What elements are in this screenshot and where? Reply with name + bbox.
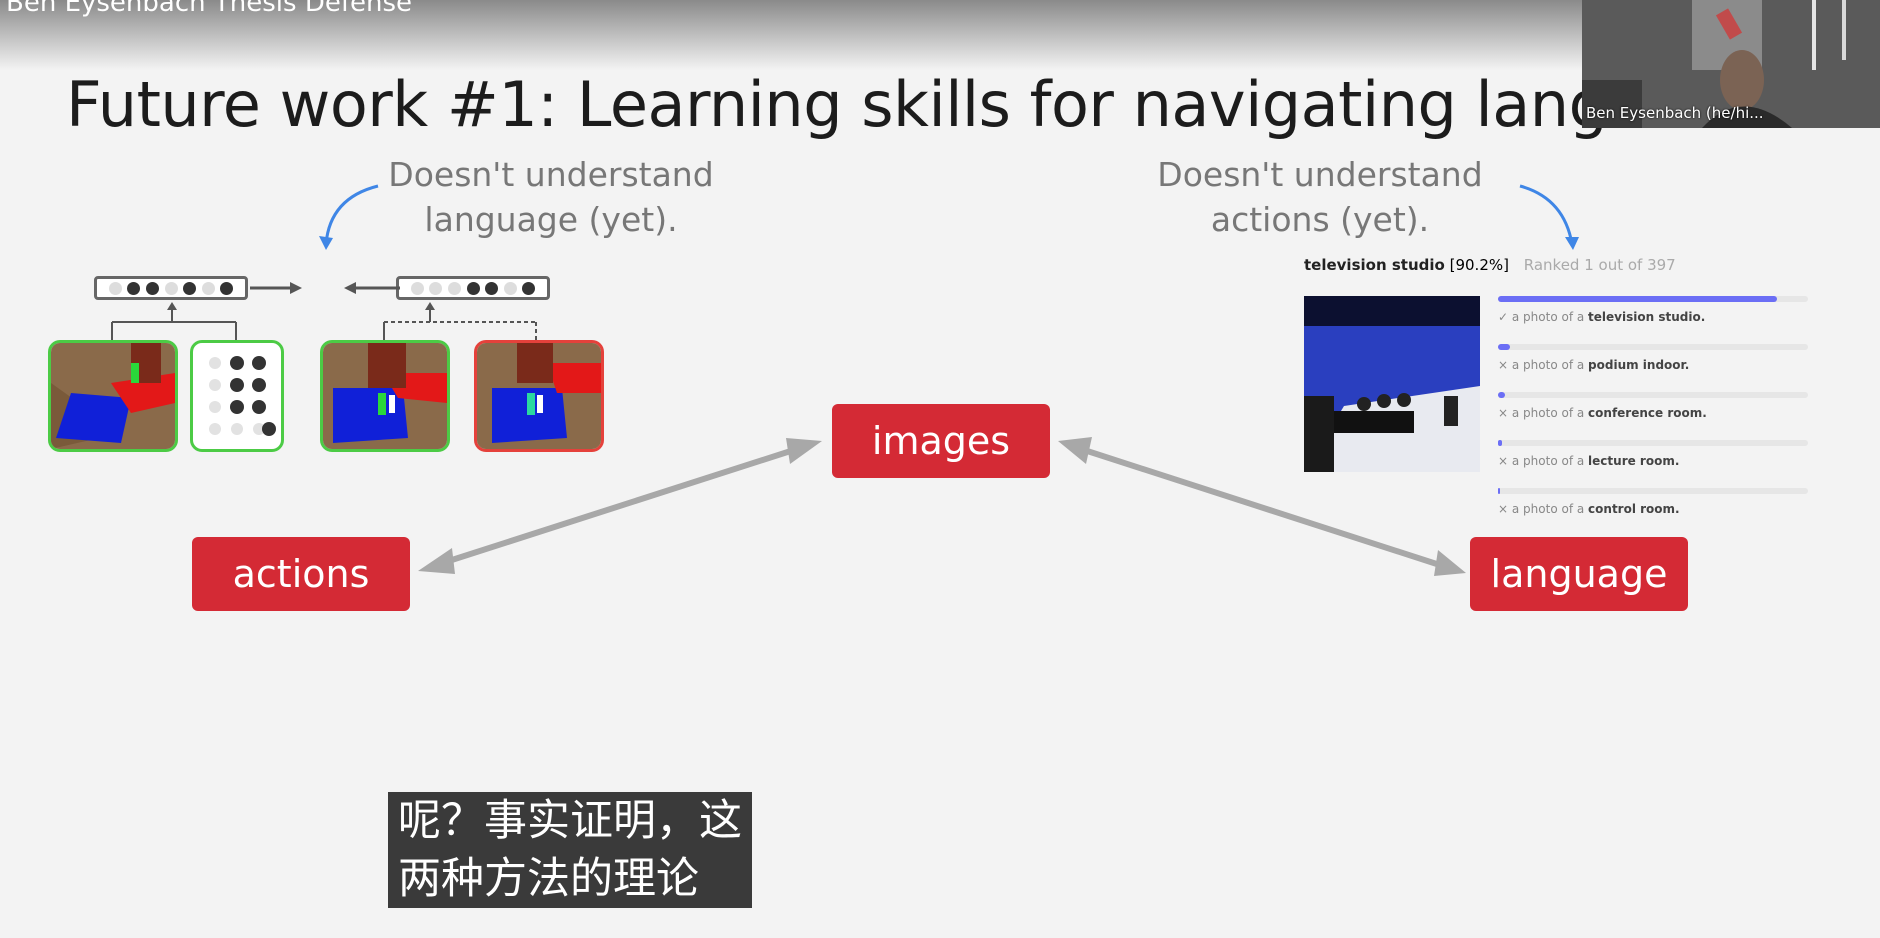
clip-header: television studio [90.2%] Ranked 1 out o… <box>1304 256 1676 274</box>
clip-mark-3: × <box>1498 406 1509 420</box>
language-box: language <box>1470 537 1688 611</box>
television-studio-image <box>1304 296 1480 472</box>
clip-score-bar-5 <box>1498 488 1500 494</box>
clip-mark-4: × <box>1498 454 1509 468</box>
clip-mark-5: × <box>1498 502 1509 516</box>
subtitle-line-1: 呢？事实证明，这 <box>398 796 742 846</box>
clip-prefix-5: a photo of a <box>1511 502 1589 516</box>
clip-mark-2: × <box>1498 358 1509 372</box>
clip-score-bar-1 <box>1498 296 1777 302</box>
clip-label-5: control room. <box>1588 502 1680 516</box>
clip-score-bar-3 <box>1498 392 1505 398</box>
clip-label-1: television studio. <box>1588 310 1706 324</box>
clip-mark-1: ✓ <box>1498 310 1509 324</box>
clip-predicted-label: television studio <box>1304 256 1445 274</box>
clip-prefix-1: a photo of a <box>1511 310 1589 324</box>
clip-prefix-2: a photo of a <box>1511 358 1589 372</box>
subtitle-line-2: 两种方法的理论 <box>398 854 699 904</box>
clip-label-2: podium indoor. <box>1588 358 1690 372</box>
clip-example-panel: television studio [90.2%] Ranked 1 out o… <box>1296 250 1816 520</box>
clip-prefix-4: a photo of a <box>1511 454 1589 468</box>
clip-score-bar-2 <box>1498 344 1510 350</box>
clip-rank: Ranked 1 out of 397 <box>1523 256 1676 274</box>
images-box: images <box>832 404 1050 478</box>
clip-prefix-3: a photo of a <box>1511 406 1589 420</box>
clip-score-bar-4 <box>1498 440 1502 446</box>
clip-label-3: conference room. <box>1588 406 1707 420</box>
subtitle-box: 呢？事实证明，这 两种方法的理论 <box>388 792 752 908</box>
clip-label-4: lecture room. <box>1588 454 1680 468</box>
clip-confidence: [90.2%] <box>1449 256 1509 274</box>
actions-box: actions <box>192 537 410 611</box>
